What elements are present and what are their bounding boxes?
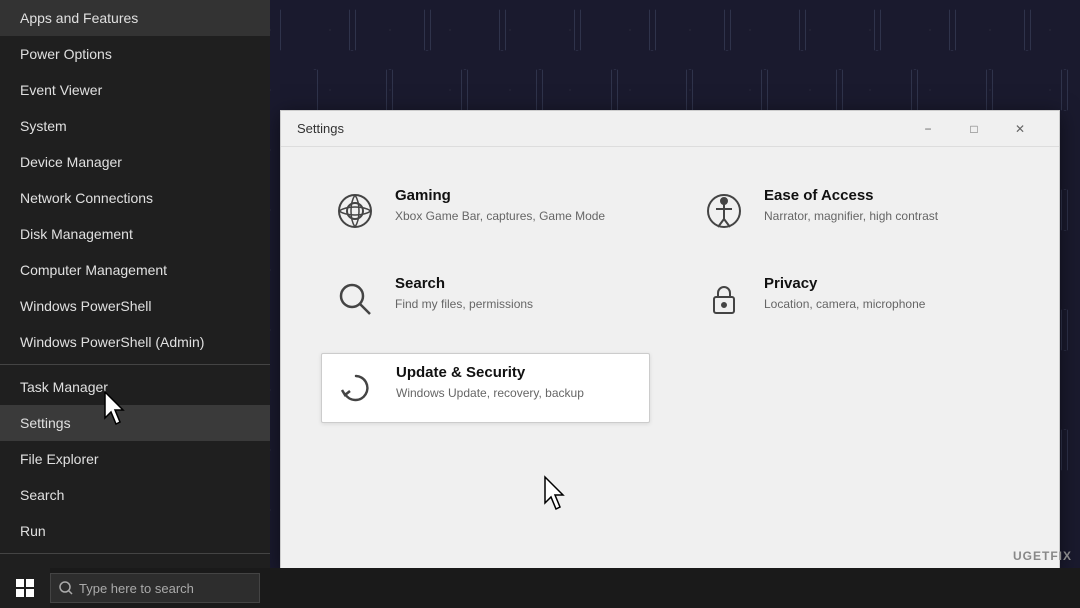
watermark: UGETFIX (1013, 549, 1072, 563)
menu-item-disk-management[interactable]: Disk Management (0, 216, 270, 252)
window-controls: − □ ✕ (905, 111, 1043, 147)
settings-item-text: Gaming Xbox Game Bar, captures, Game Mode (395, 187, 605, 225)
menu-item-power-options[interactable]: Power Options (0, 36, 270, 72)
menu-item-label: Power Options (20, 46, 112, 62)
menu-item-label: Task Manager (20, 379, 108, 395)
taskbar: Type here to search (0, 568, 1080, 608)
settings-item-text: Update & Security Windows Update, recover… (396, 364, 584, 402)
taskbar-search[interactable]: Type here to search (50, 573, 260, 603)
menu-item-label: Run (20, 523, 46, 539)
search-icon (331, 275, 379, 323)
menu-item-computer-management[interactable]: Computer Management (0, 252, 270, 288)
settings-item-title: Gaming (395, 187, 605, 204)
window-titlebar: Settings − □ ✕ (281, 111, 1059, 147)
close-button[interactable]: ✕ (997, 111, 1043, 147)
menu-item-windows-powershell[interactable]: Windows PowerShell (0, 288, 270, 324)
menu-item-label: Event Viewer (20, 82, 102, 98)
menu-item-device-manager[interactable]: Device Manager (0, 144, 270, 180)
settings-item-gaming[interactable]: Gaming Xbox Game Bar, captures, Game Mode (321, 177, 650, 245)
menu-item-windows-powershell-admin[interactable]: Windows PowerShell (Admin) (0, 324, 270, 360)
menu-item-label: File Explorer (20, 451, 99, 467)
privacy-icon (700, 275, 748, 323)
menu-item-label: Windows PowerShell (20, 298, 152, 314)
settings-item-description: Windows Update, recovery, backup (396, 385, 584, 402)
search-placeholder: Type here to search (79, 581, 194, 596)
ease-of-access-icon (700, 187, 748, 235)
menu-item-search[interactable]: Search (0, 477, 270, 513)
settings-item-title: Privacy (764, 275, 925, 292)
menu-item-label: Windows PowerShell (Admin) (20, 334, 204, 350)
menu-item-system[interactable]: System (0, 108, 270, 144)
settings-item-description: Xbox Game Bar, captures, Game Mode (395, 208, 605, 225)
settings-item-search[interactable]: Search Find my files, permissions (321, 265, 650, 333)
settings-item-text: Ease of Access Narrator, magnifier, high … (764, 187, 938, 225)
menu-item-label: Device Manager (20, 154, 122, 170)
menu-item-label: Search (20, 487, 64, 503)
maximize-button[interactable]: □ (951, 111, 997, 147)
settings-item-ease-of-access[interactable]: Ease of Access Narrator, magnifier, high … (690, 177, 1019, 245)
menu-item-run[interactable]: Run (0, 513, 270, 549)
settings-item-title: Ease of Access (764, 187, 938, 204)
window-content: Gaming Xbox Game Bar, captures, Game Mode… (281, 147, 1059, 569)
menu-item-label: Disk Management (20, 226, 133, 242)
context-menu: Apps and Features Power Options Event View… (0, 0, 270, 608)
menu-divider (0, 553, 270, 554)
settings-item-text: Privacy Location, camera, microphone (764, 275, 925, 313)
settings-item-text: Search Find my files, permissions (395, 275, 533, 313)
menu-item-label: Apps and Features (20, 10, 138, 26)
menu-item-label: System (20, 118, 67, 134)
settings-item-title: Update & Security (396, 364, 584, 381)
menu-item-task-manager[interactable]: Task Manager (0, 369, 270, 405)
menu-item-apps-and-features[interactable]: Apps and Features (0, 0, 270, 36)
menu-item-event-viewer[interactable]: Event Viewer (0, 72, 270, 108)
menu-item-label: Computer Management (20, 262, 167, 278)
menu-item-network-connections[interactable]: Network Connections (0, 180, 270, 216)
menu-item-label: Settings (20, 415, 71, 431)
minimize-button[interactable]: − (905, 111, 951, 147)
menu-item-label: Network Connections (20, 190, 153, 206)
menu-divider (0, 364, 270, 365)
settings-item-description: Find my files, permissions (395, 296, 533, 313)
start-button[interactable] (0, 568, 50, 608)
menu-item-file-explorer[interactable]: File Explorer (0, 441, 270, 477)
settings-item-description: Narrator, magnifier, high contrast (764, 208, 938, 225)
update-icon (332, 364, 380, 412)
gaming-icon (331, 187, 379, 235)
settings-item-update-security[interactable]: Update & Security Windows Update, recover… (321, 353, 650, 423)
settings-window: Settings − □ ✕ Gaming Xbox Game Bar, capt… (280, 110, 1060, 570)
settings-item-privacy[interactable]: Privacy Location, camera, microphone (690, 265, 1019, 333)
window-title: Settings (297, 121, 905, 136)
settings-item-title: Search (395, 275, 533, 292)
menu-item-settings[interactable]: Settings (0, 405, 270, 441)
settings-item-description: Location, camera, microphone (764, 296, 925, 313)
